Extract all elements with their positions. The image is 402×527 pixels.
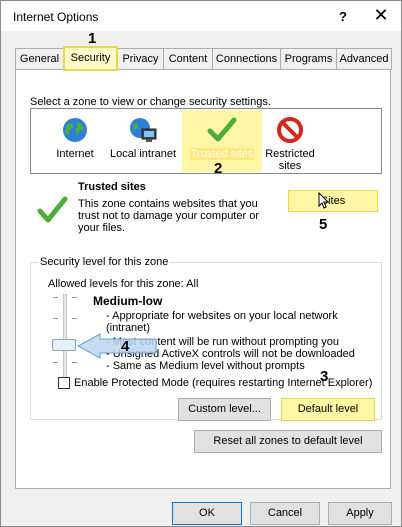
level-bullet: - Appropriate for websites on your local… [106, 310, 338, 334]
cancel-button[interactable]: Cancel [250, 502, 320, 525]
close-button[interactable]: ✕ [367, 4, 395, 28]
globe-icon [61, 116, 89, 147]
zone-info-check-icon [36, 195, 68, 228]
zone-label: Restricted sites [265, 148, 315, 172]
slider-tick [72, 297, 77, 298]
mouse-cursor-icon [318, 191, 330, 213]
reset-all-zones-button[interactable]: Reset all zones to default level [194, 430, 382, 453]
window-title: Internet Options [13, 10, 99, 24]
slider-tick [53, 318, 58, 319]
help-button[interactable]: ? [331, 6, 355, 28]
zone-local-intranet[interactable]: Local intranet [106, 110, 180, 174]
apply-button[interactable]: Apply [328, 502, 392, 525]
security-slider-thumb[interactable] [52, 339, 76, 351]
annotation-5: 5 [319, 216, 328, 233]
level-name: Medium-low [93, 294, 163, 308]
tab-privacy[interactable]: Privacy [117, 48, 164, 70]
zone-description: This zone contains websites that you tru… [78, 198, 259, 234]
tab-programs[interactable]: Programs [280, 48, 337, 70]
zones-prompt: Select a zone to view or change security… [30, 96, 271, 108]
default-level-button[interactable]: Default level [281, 398, 375, 421]
checkmark-icon [207, 116, 237, 147]
zone-restricted-sites[interactable]: Restricted sites [262, 110, 318, 174]
zone-internet[interactable]: Internet [40, 110, 110, 174]
annotation-3: 3 [320, 368, 329, 385]
callout-arrow [76, 333, 158, 362]
slider-tick [72, 362, 77, 363]
reset-all-zones-label: Reset all zones to default level [213, 435, 363, 447]
slider-tick [53, 362, 58, 363]
tab-advanced[interactable]: Advanced [336, 48, 392, 70]
slider-tick [72, 318, 77, 319]
sites-button[interactable]: Sites [288, 190, 378, 212]
default-level-label: Default level [297, 403, 359, 415]
tab-content[interactable]: Content [163, 48, 213, 70]
ok-label: OK [199, 507, 215, 519]
cancel-label: Cancel [267, 507, 303, 519]
tab-security[interactable]: Security [63, 46, 118, 71]
title-bar: Internet Options ? ✕ [1, 1, 401, 31]
annotation-2: 2 [214, 160, 223, 177]
annotation-4: 4 [121, 338, 130, 355]
security-slider-track[interactable] [63, 294, 67, 378]
local-intranet-icon [128, 116, 158, 147]
protected-mode-checkbox[interactable] [58, 377, 70, 389]
slider-tick [53, 297, 58, 298]
ok-button[interactable]: OK [172, 502, 242, 525]
zone-label: Internet [56, 148, 94, 160]
group-title: Security level for this zone [38, 256, 171, 268]
apply-label: Apply [346, 507, 374, 519]
annotation-1: 1 [88, 30, 97, 47]
zone-label: Trusted sites [189, 148, 255, 160]
restricted-icon [276, 116, 304, 147]
tab-connections[interactable]: Connections [212, 48, 281, 70]
tab-general[interactable]: General [15, 48, 64, 70]
zone-label: Local intranet [109, 148, 177, 160]
custom-level-label: Custom level... [188, 403, 261, 415]
custom-level-button[interactable]: Custom level... [178, 398, 271, 421]
zone-heading: Trusted sites [78, 181, 146, 193]
allowed-levels-label: Allowed levels for this zone: All [48, 278, 199, 290]
